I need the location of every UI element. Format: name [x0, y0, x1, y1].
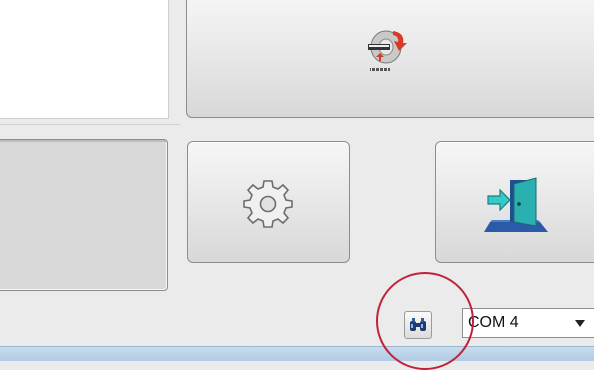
disk-restore-icon — [368, 30, 407, 71]
exit-button[interactable] — [435, 141, 594, 263]
restore-button[interactable] — [186, 0, 594, 118]
preview-panel — [0, 139, 168, 291]
com-port-select[interactable]: COM 4 — [462, 308, 594, 338]
white-panel — [0, 0, 169, 119]
com-port-value: COM 4 — [468, 314, 519, 331]
highlight-circle — [376, 272, 474, 370]
chevron-down-icon[interactable] — [575, 320, 585, 327]
gear-icon — [243, 180, 293, 228]
status-strip — [0, 346, 594, 361]
divider — [0, 124, 180, 125]
settings-button[interactable] — [187, 141, 350, 263]
exit-door-icon — [484, 177, 548, 232]
